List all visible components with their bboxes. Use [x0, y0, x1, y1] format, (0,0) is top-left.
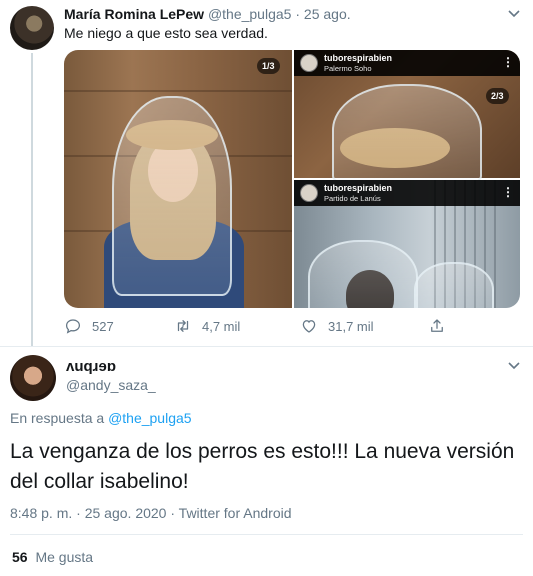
tweet-date[interactable]: 25 ago. — [304, 6, 351, 22]
tweet-divider — [0, 346, 533, 347]
reply-author-handle[interactable]: @andy_saza_ — [66, 377, 156, 393]
tweet-actions: 527 4,7 mil 31,7 mil — [64, 316, 504, 336]
face-shield — [414, 262, 494, 308]
media-image-1[interactable]: 1/3 — [64, 50, 292, 308]
likes-label: Me gusta — [35, 549, 94, 565]
more-dots-icon: ⋮ — [502, 185, 514, 199]
face-shield — [332, 84, 482, 184]
reply-time[interactable]: 8:48 p. m. — [10, 505, 72, 521]
like-action[interactable]: 31,7 mil — [300, 316, 374, 336]
original-tweet[interactable]: María Romina LePew @the_pulga5 · 25 ago.… — [0, 0, 533, 346]
media-image-3[interactable]: tuborespirabien Partido de Lanús ⋮ — [294, 180, 520, 308]
reply-author-name[interactable]: ʌuqɹɘɒ — [66, 358, 116, 375]
meta-separator: · — [170, 505, 176, 521]
share-icon[interactable] — [428, 317, 446, 335]
in-reply-to-link[interactable]: @the_pulga5 — [108, 410, 192, 426]
media-grid[interactable]: 1/3 tuborespirabien Palermo Soho ⋮ 2/3 t… — [64, 50, 520, 308]
face-shield — [112, 96, 232, 296]
reply-text: La venganza de los perros es esto!!! La … — [10, 440, 515, 493]
author-name[interactable]: María Romina LePew — [64, 6, 204, 22]
instagram-username: tuborespirabien — [324, 183, 393, 193]
share-action[interactable] — [428, 316, 456, 336]
retweet-action[interactable]: 4,7 mil — [174, 316, 240, 336]
reply-metadata: 8:48 p. m. · 25 ago. 2020 · Twitter for … — [10, 505, 292, 521]
more-dots-icon: ⋮ — [502, 55, 514, 69]
instagram-username: tuborespirabien — [324, 53, 393, 63]
reply-author-avatar[interactable] — [10, 355, 56, 401]
like-icon[interactable] — [300, 317, 318, 335]
reply-date[interactable]: 25 ago. 2020 — [85, 505, 167, 521]
media-image-2[interactable]: tuborespirabien Palermo Soho ⋮ 2/3 — [294, 50, 520, 184]
retweet-icon[interactable] — [174, 317, 192, 335]
in-reply-to-label: En respuesta a — [10, 410, 105, 426]
reply-source[interactable]: Twitter for Android — [179, 505, 292, 521]
tweet-text: Me niego a que esto sea verdad. — [64, 25, 268, 41]
stats-divider — [10, 534, 523, 535]
media-counter-badge: 1/3 — [257, 58, 280, 74]
author-handle[interactable]: @the_pulga5 — [208, 6, 292, 22]
meta-separator: · — [76, 505, 81, 521]
reply-action[interactable]: 527 — [64, 316, 114, 336]
header-separator: · — [295, 6, 301, 22]
wood-plank-line — [64, 90, 292, 92]
face-shield — [308, 240, 418, 308]
thread-connector — [31, 53, 33, 346]
reply-icon[interactable] — [64, 317, 82, 335]
instagram-avatar — [300, 184, 318, 202]
in-reply-to: En respuesta a @the_pulga5 — [10, 410, 192, 426]
caret-down-icon[interactable] — [507, 6, 521, 20]
likes-count: 56 — [12, 549, 28, 565]
instagram-location: Palermo Soho — [324, 64, 372, 73]
likes-stat[interactable]: 56 Me gusta — [12, 549, 93, 565]
like-count: 31,7 mil — [328, 318, 374, 334]
caret-down-icon[interactable] — [507, 358, 521, 372]
instagram-avatar — [300, 54, 318, 72]
instagram-header: tuborespirabien Partido de Lanús ⋮ — [294, 180, 520, 206]
reply-count: 527 — [92, 318, 114, 334]
instagram-location: Partido de Lanús — [324, 194, 381, 203]
media-counter-badge: 2/3 — [486, 88, 509, 104]
instagram-header: tuborespirabien Palermo Soho ⋮ — [294, 50, 520, 76]
tweet-header: María Romina LePew @the_pulga5 · 25 ago. — [64, 6, 503, 22]
retweet-count: 4,7 mil — [202, 318, 241, 334]
author-avatar[interactable] — [10, 6, 54, 50]
